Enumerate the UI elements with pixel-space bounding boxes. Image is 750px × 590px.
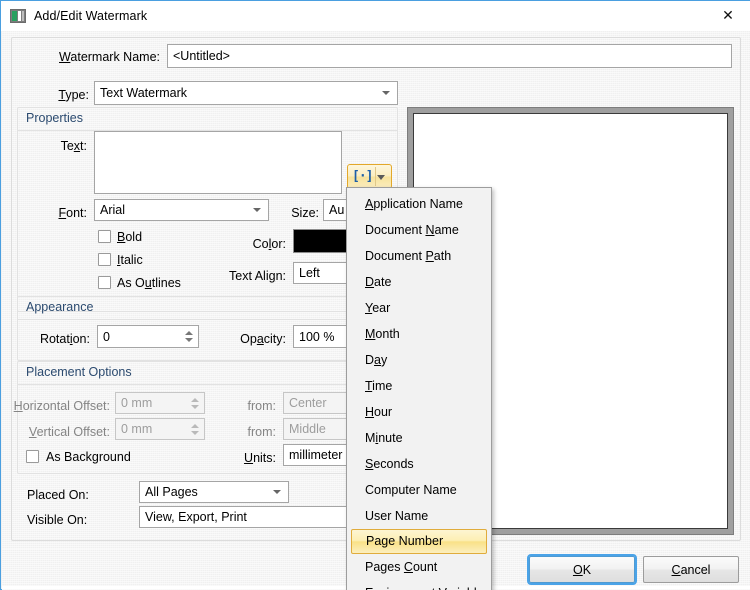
insert-variable-menu: Application Name Document Name Document Pa… (346, 187, 492, 590)
menu-item-label: Month (365, 327, 400, 341)
watermark-icon (10, 9, 26, 23)
font-value: Arial (100, 203, 125, 217)
menu-item-month[interactable]: Month (347, 321, 491, 347)
visible-on-label: Visible On: (27, 513, 87, 527)
menu-item-label: Day (365, 353, 387, 367)
size-value: Au (329, 203, 344, 217)
italic-checkbox[interactable] (98, 253, 111, 266)
cancel-button[interactable]: Cancel (643, 556, 739, 583)
placement-group-title: Placement Options (26, 365, 136, 379)
text-input[interactable] (94, 131, 342, 194)
menu-item-label: Document Name (365, 223, 459, 237)
watermark-name-input[interactable]: <Untitled> (167, 44, 732, 68)
properties-group-title: Properties (26, 111, 87, 125)
rotation-value: 0 (103, 330, 110, 344)
vertical-offset-value: 0 mm (121, 422, 152, 436)
as-background-checkbox[interactable] (26, 450, 39, 463)
menu-item-label: Page Number (366, 534, 443, 548)
window-title: Add/Edit Watermark (34, 9, 147, 23)
placed-on-value: All Pages (145, 485, 198, 499)
dialog-body: Watermark Name: <Untitled> Type: Text Wa… (2, 31, 750, 549)
appearance-group-title: Appearance (26, 300, 97, 314)
rotation-input[interactable]: 0 (97, 325, 199, 348)
ok-button[interactable]: OK (529, 556, 635, 583)
menu-item-label: Pages Count (365, 560, 437, 574)
ok-button-label: OK (573, 563, 591, 577)
chevron-down-icon (273, 490, 281, 494)
menu-item-page-number[interactable]: Page Number (351, 529, 487, 554)
as-outlines-checkbox[interactable] (98, 276, 111, 289)
type-label: Type: (42, 88, 89, 102)
as-background-label: As Background (46, 450, 131, 464)
vertical-from-label: from: (212, 425, 276, 439)
menu-item-label: Environment Variable (365, 586, 484, 590)
menu-item-label: Minute (365, 431, 403, 445)
chevron-down-icon (377, 175, 385, 180)
menu-item-application-name[interactable]: Application Name (347, 191, 491, 217)
menu-item-computer-name[interactable]: Computer Name (347, 477, 491, 503)
menu-item-label: Year (365, 301, 390, 315)
add-edit-watermark-dialog: Add/Edit Watermark ✕ Watermark Name: <Un… (0, 0, 750, 590)
horizontal-from-label: from: (212, 399, 276, 413)
menu-item-label: Computer Name (365, 483, 457, 497)
bold-checkbox[interactable] (98, 230, 111, 243)
horizontal-offset-stepper[interactable] (186, 394, 203, 412)
text-align-label: Text Align: (192, 269, 286, 283)
placed-on-label: Placed On: (27, 488, 89, 502)
menu-item-environment-variable[interactable]: Environment Variable (347, 580, 491, 590)
font-combobox[interactable]: Arial (94, 199, 269, 221)
vertical-offset-label: Vertical Offset: (27, 425, 110, 439)
menu-item-document-name[interactable]: Document Name (347, 217, 491, 243)
italic-label: Italic (117, 253, 143, 267)
size-label: Size: (279, 206, 319, 220)
horizontal-offset-input[interactable]: 0 mm (115, 392, 205, 414)
menu-item-label: Application Name (365, 197, 463, 211)
chevron-down-icon (253, 208, 261, 212)
horizontal-offset-value: 0 mm (121, 396, 152, 410)
vertical-offset-stepper[interactable] (186, 420, 203, 438)
menu-item-user-name[interactable]: User Name (347, 503, 491, 529)
close-icon[interactable]: ✕ (705, 1, 750, 30)
menu-item-label: Seconds (365, 457, 414, 471)
font-label: Font: (42, 206, 87, 220)
menu-item-seconds[interactable]: Seconds (347, 451, 491, 477)
menu-item-document-path[interactable]: Document Path (347, 243, 491, 269)
units-value: millimeter (289, 448, 342, 462)
menu-item-minute[interactable]: Minute (347, 425, 491, 451)
title-bar: Add/Edit Watermark ✕ (1, 1, 750, 31)
visible-on-value: View, Export, Print (145, 510, 247, 524)
menu-item-date[interactable]: Date (347, 269, 491, 295)
bold-label: Bold (117, 230, 142, 244)
insert-variable-button[interactable]: [·] (347, 164, 392, 189)
menu-item-label: Document Path (365, 249, 451, 263)
menu-item-label: Hour (365, 405, 392, 419)
horizontal-offset-label: Horizontal Offset: (12, 399, 110, 413)
menu-item-pages-count[interactable]: Pages Count (347, 554, 491, 580)
type-combobox[interactable]: Text Watermark (94, 81, 398, 105)
chevron-down-icon (382, 91, 390, 95)
placed-on-combobox[interactable]: All Pages (139, 481, 289, 503)
rotation-label: Rotation: (22, 332, 90, 346)
insert-variable-icon: [·] (352, 169, 372, 184)
menu-item-label: Date (365, 275, 391, 289)
opacity-label: Opacity: (190, 332, 286, 346)
menu-item-hour[interactable]: Hour (347, 399, 491, 425)
color-label: Color: (212, 237, 286, 251)
text-label: Text: (42, 139, 87, 153)
text-align-value: Left (299, 266, 320, 280)
vertical-from-value: Middle (289, 422, 326, 436)
type-value: Text Watermark (100, 86, 187, 100)
cancel-button-label: Cancel (672, 563, 711, 577)
horizontal-from-value: Center (289, 396, 327, 410)
menu-item-year[interactable]: Year (347, 295, 491, 321)
vertical-offset-input[interactable]: 0 mm (115, 418, 205, 440)
as-outlines-label: As Outlines (117, 276, 181, 290)
menu-item-day[interactable]: Day (347, 347, 491, 373)
watermark-name-label: Watermark Name: (56, 50, 160, 64)
menu-item-label: User Name (365, 509, 428, 523)
menu-item-time[interactable]: Time (347, 373, 491, 399)
units-label: Units: (217, 451, 276, 465)
menu-item-label: Time (365, 379, 392, 393)
